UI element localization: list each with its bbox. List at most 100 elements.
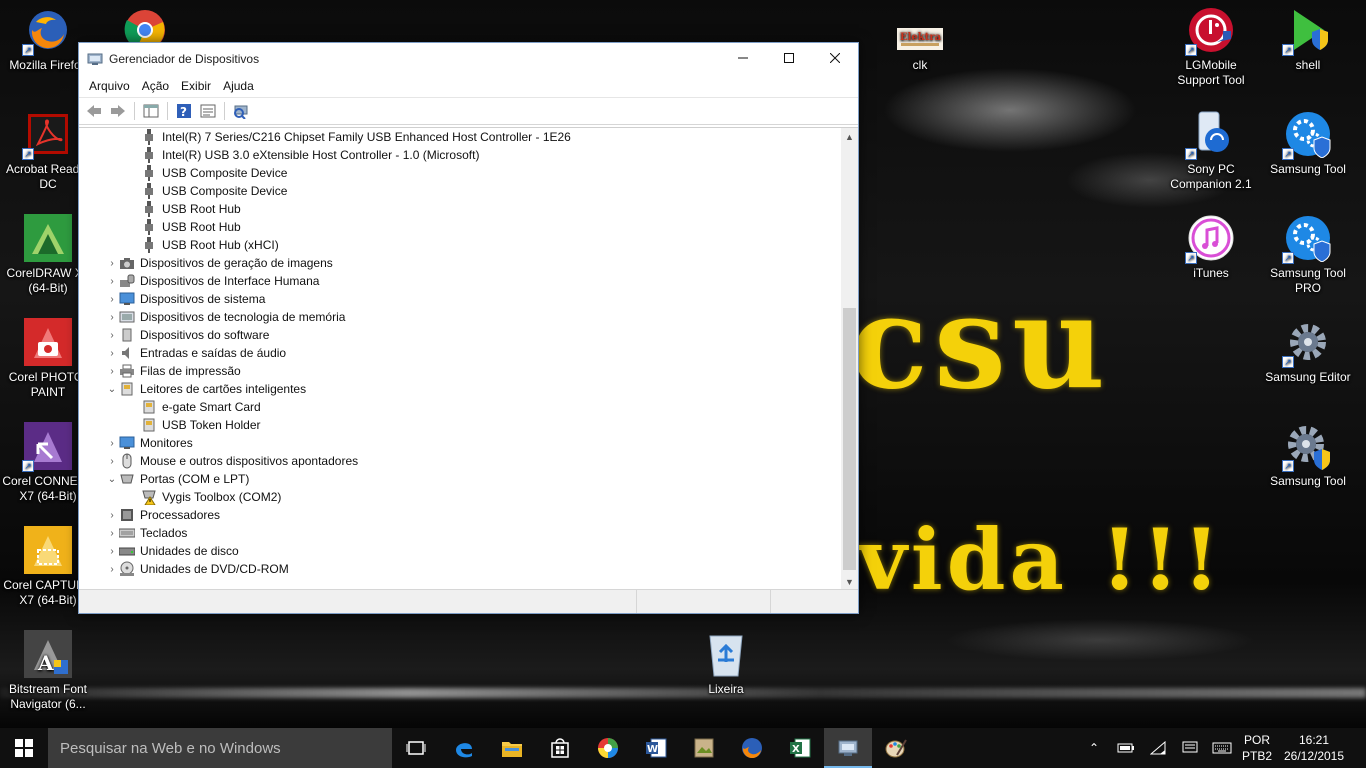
taskbar-paint[interactable]	[872, 728, 920, 768]
tree-category-disk-drives[interactable]: › Unidades de disco	[105, 542, 238, 560]
taskbar-store[interactable]	[536, 728, 584, 768]
tree-category-dvd-drives[interactable]: › Unidades de DVD/CD-ROM	[105, 560, 289, 578]
tree-category-processors[interactable]: › Processadores	[105, 506, 220, 524]
taskbar-excel[interactable]: X	[776, 728, 824, 768]
tree-item-label: USB Root Hub (xHCI)	[162, 238, 279, 252]
tree-category-print-queues[interactable]: › Filas de impressão	[105, 362, 241, 380]
chevron-right-icon[interactable]: ›	[105, 272, 119, 290]
desktop-icon-sony[interactable]: ↗ Sony PC Companion 2.1	[1163, 110, 1259, 192]
desktop-icon-itunes[interactable]: ↗ iTunes	[1163, 214, 1259, 281]
minimize-button[interactable]	[720, 43, 766, 73]
tree-item-usb-controller[interactable]: Intel(R) 7 Series/C216 Chipset Family US…	[141, 128, 571, 146]
scroll-down-button[interactable]: ▼	[841, 573, 858, 589]
tree-item-label: Monitores	[140, 436, 193, 450]
tree-category-ports[interactable]: ⌄ Portas (COM e LPT)	[105, 470, 250, 488]
chevron-right-icon[interactable]: ›	[105, 542, 119, 560]
tree-category-memory-tech[interactable]: › Dispositivos de tecnologia de memória	[105, 308, 345, 326]
tree-item-usb-device[interactable]: USB Composite Device	[141, 182, 287, 200]
desktop-icon-lgmobile[interactable]: ↗ LGMobile Support Tool	[1163, 6, 1259, 88]
vertical-scrollbar[interactable]: ▲ ▼	[841, 128, 858, 589]
tree-item-label: Teclados	[140, 526, 188, 540]
desktop-icon-samsung-tool-2[interactable]: ↗ Samsung Tool	[1260, 422, 1356, 489]
taskbar-device-manager[interactable]	[824, 728, 872, 768]
chevron-right-icon[interactable]: ›	[105, 452, 119, 470]
close-button[interactable]	[812, 43, 858, 73]
tree-item-label: USB Root Hub	[162, 220, 241, 234]
desktop-icon-clk[interactable]: Elektra clk	[872, 24, 968, 73]
scroll-up-button[interactable]: ▲	[841, 128, 858, 145]
help-button[interactable]: ?	[173, 100, 195, 122]
forward-button[interactable]	[107, 100, 129, 122]
tree-item-usb-device[interactable]: USB Root Hub	[141, 200, 241, 218]
tree-category-system[interactable]: › Dispositivos de sistema	[105, 290, 265, 308]
chevron-right-icon[interactable]: ›	[105, 434, 119, 452]
show-hide-console-tree-button[interactable]	[140, 100, 162, 122]
tree-category-keyboards[interactable]: › Teclados	[105, 524, 187, 542]
chevron-right-icon[interactable]: ›	[105, 524, 119, 542]
menu-ajuda[interactable]: Ajuda	[217, 75, 260, 97]
tree-category-hid[interactable]: › Dispositivos de Interface Humana	[105, 272, 319, 290]
tree-item-usb-device[interactable]: USB Composite Device	[141, 164, 287, 182]
tree-item-usb-controller[interactable]: Intel(R) USB 3.0 eXtensible Host Control…	[141, 146, 479, 164]
search-box[interactable]: Pesquisar na Web e no Windows	[48, 728, 392, 768]
chevron-right-icon[interactable]: ›	[105, 326, 119, 344]
task-view-button[interactable]	[392, 728, 440, 768]
desktop-icon-samsung-editor[interactable]: ↗ Samsung Editor	[1260, 318, 1356, 385]
taskbar-color-app[interactable]	[584, 728, 632, 768]
menu-arquivo[interactable]: Arquivo	[83, 75, 136, 97]
tree-item-usb-device[interactable]: USB Root Hub (xHCI)	[141, 236, 279, 254]
chevron-down-icon[interactable]: ⌄	[105, 380, 119, 398]
chevron-right-icon[interactable]: ›	[105, 308, 119, 326]
clock-date: 26/12/2015	[1283, 749, 1345, 763]
chevron-right-icon[interactable]: ›	[105, 254, 119, 272]
chevron-right-icon[interactable]: ›	[105, 362, 119, 380]
chevron-right-icon[interactable]: ›	[105, 560, 119, 578]
menu-exibir[interactable]: Exibir	[175, 75, 217, 97]
chevron-right-icon[interactable]: ›	[105, 506, 119, 524]
tree-item-usb-device[interactable]: USB Root Hub	[141, 218, 241, 236]
properties-view-button[interactable]	[197, 100, 219, 122]
start-button[interactable]	[0, 728, 48, 768]
chevron-down-icon[interactable]: ⌄	[105, 470, 119, 488]
scan-hardware-changes-button[interactable]	[230, 100, 252, 122]
desktop-icon-bitstream[interactable]: A Bitstream Font Navigator (6...	[0, 630, 96, 712]
scrollbar-thumb[interactable]	[843, 308, 856, 570]
tray-battery[interactable]	[1110, 728, 1142, 768]
tree-item-com-port-warning[interactable]: Vygis Toolbox (COM2)	[141, 488, 281, 506]
menu-acao[interactable]: Ação	[136, 75, 175, 97]
taskbar-edge[interactable]	[440, 728, 488, 768]
tree-category-software[interactable]: › Dispositivos do software	[105, 326, 269, 344]
taskbar-app-image[interactable]	[680, 728, 728, 768]
chevron-right-icon[interactable]: ›	[105, 344, 119, 362]
window-titlebar[interactable]: Gerenciador de Dispositivos	[79, 43, 858, 75]
taskbar-word[interactable]: W	[632, 728, 680, 768]
chevron-right-icon[interactable]: ›	[105, 290, 119, 308]
smart-card-icon	[141, 417, 157, 433]
tree-item-smart-card[interactable]: e-gate Smart Card	[141, 398, 261, 416]
chevron-up-icon: ⌃	[1088, 741, 1100, 755]
tray-keyboard[interactable]	[1206, 728, 1238, 768]
tray-overflow-button[interactable]: ⌃	[1078, 728, 1110, 768]
tree-item-label: Filas de impressão	[140, 364, 241, 378]
maximize-button[interactable]	[766, 43, 812, 73]
clock[interactable]: 16:21 26/12/2015	[1276, 732, 1352, 764]
window-title: Gerenciador de Dispositivos	[109, 52, 260, 66]
language-indicator[interactable]: POR PTB2	[1238, 732, 1276, 764]
tree-category-smart-card-readers[interactable]: ⌄ Leitores de cartões inteligentes	[105, 380, 306, 398]
desktop-icon-samsung-tool-pro[interactable]: ↗ Samsung Tool PRO	[1260, 214, 1356, 296]
desktop-icon-shell[interactable]: ↗ shell	[1260, 6, 1356, 73]
desktop-icon-samsung-tool[interactable]: ↗ Samsung Tool	[1260, 110, 1356, 177]
gear-icon: ↗	[1282, 422, 1332, 472]
tree-item-smart-card[interactable]: USB Token Holder	[141, 416, 261, 434]
tree-category-audio[interactable]: › Entradas e saídas de áudio	[105, 344, 286, 362]
taskbar-firefox[interactable]	[728, 728, 776, 768]
tray-network[interactable]	[1142, 728, 1174, 768]
back-button[interactable]	[83, 100, 105, 122]
desktop-icon-label: LGMobile Support Tool	[1177, 58, 1245, 87]
taskbar-file-explorer[interactable]	[488, 728, 536, 768]
desktop-icon-recycle-bin[interactable]: Lixeira	[678, 630, 774, 697]
tray-action-center[interactable]	[1174, 728, 1206, 768]
tree-category-monitors[interactable]: › Monitores	[105, 434, 193, 452]
tree-category-imaging[interactable]: › Dispositivos de geração de imagens	[105, 254, 332, 272]
tree-category-mice[interactable]: › Mouse e outros dispositivos apontadore…	[105, 452, 358, 470]
